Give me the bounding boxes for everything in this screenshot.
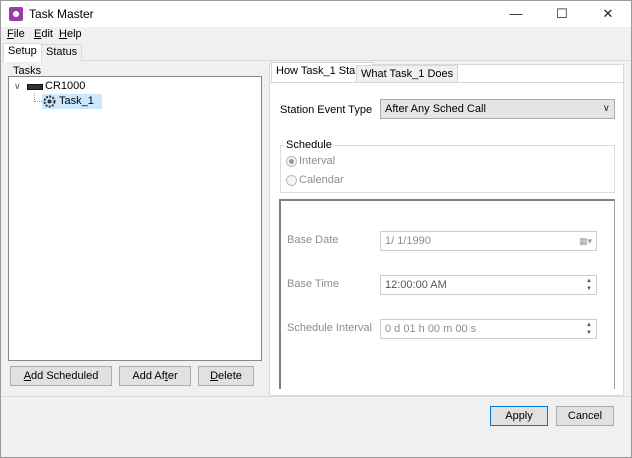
- menu-edit-label: dit: [41, 28, 53, 40]
- menu-file[interactable]: File: [7, 28, 25, 40]
- add-after-label-pre: Add Af: [132, 370, 165, 382]
- base-date-label: Base Date: [287, 234, 339, 246]
- calendar-label: Calendar: [299, 174, 344, 186]
- schedule-interval-label: Schedule Interval: [287, 322, 372, 334]
- menu-file-label: ile: [13, 28, 25, 40]
- main-tab-bar: Setup Status: [1, 43, 631, 62]
- add-after-button[interactable]: Add After: [119, 366, 191, 386]
- base-date-value: 1/ 1/1990: [385, 235, 431, 247]
- tab-status[interactable]: Status: [41, 44, 83, 61]
- detail-tab-divider: [269, 82, 624, 83]
- station-event-select[interactable]: After Any Sched Call ∨: [380, 99, 615, 119]
- calendar-radio[interactable]: [286, 175, 297, 186]
- tree-node-cr1000[interactable]: CR1000: [45, 80, 85, 92]
- tab-setup[interactable]: Setup: [3, 43, 42, 62]
- maximize-button[interactable]: ☐: [539, 1, 585, 27]
- base-time-value: 12:00:00 AM: [385, 279, 447, 291]
- base-date-field[interactable]: 1/ 1/1990 ▦▾: [380, 231, 597, 251]
- window-title: Task Master: [29, 7, 94, 21]
- schedule-interval-spinner-icon[interactable]: ▲ ▼: [584, 321, 594, 337]
- menu-help[interactable]: Help: [59, 28, 82, 40]
- schedule-legend: Schedule: [284, 139, 334, 151]
- base-time-label: Base Time: [287, 278, 339, 290]
- calendar-dropdown-icon[interactable]: ▦▾: [579, 232, 592, 250]
- add-scheduled-accel: A: [23, 370, 32, 382]
- add-scheduled-label: dd Scheduled: [31, 370, 99, 382]
- datalogger-icon: [27, 84, 43, 90]
- menu-edit[interactable]: Edit: [34, 28, 53, 40]
- station-event-value: After Any Sched Call: [385, 103, 486, 115]
- apply-button[interactable]: Apply: [490, 406, 548, 426]
- base-time-field[interactable]: 12:00:00 AM ▲ ▼: [380, 275, 597, 295]
- menu-help-accel: H: [59, 28, 67, 40]
- minimize-button[interactable]: —: [493, 1, 539, 27]
- schedule-interval-value: 0 d 01 h 00 m 00 s: [385, 323, 477, 335]
- delete-accel: D: [210, 370, 219, 382]
- menu-file-accel: F: [7, 28, 14, 40]
- tab-what-task-does[interactable]: What Task_1 Does: [356, 65, 459, 83]
- delete-label: elete: [218, 370, 242, 382]
- base-time-spinner-icon[interactable]: ▲ ▼: [584, 277, 594, 293]
- chevron-down-icon: ∨: [602, 103, 610, 114]
- title-bar: Task Master — ☐ ✕: [1, 1, 631, 27]
- station-event-label: Station Event Type: [280, 104, 373, 116]
- delete-button[interactable]: Delete: [198, 366, 254, 386]
- tree-node-task-1[interactable]: Task_1: [59, 95, 94, 107]
- cancel-button[interactable]: Cancel: [556, 406, 614, 426]
- schedule-interval-field[interactable]: 0 d 01 h 00 m 00 s ▲ ▼: [380, 319, 597, 339]
- task-master-window: Task Master — ☐ ✕ File Edit Help Setup S…: [0, 0, 632, 458]
- menu-help-label: elp: [66, 28, 82, 40]
- menu-bar: File Edit Help: [1, 27, 631, 43]
- close-button[interactable]: ✕: [585, 1, 631, 27]
- app-icon: [9, 7, 23, 21]
- task-gear-icon: [43, 95, 56, 108]
- collapse-chevron-icon[interactable]: ∨: [14, 81, 21, 92]
- interval-radio[interactable]: [286, 156, 297, 167]
- add-after-label-rest: er: [167, 370, 178, 382]
- interval-label: Interval: [299, 155, 336, 167]
- tree-line-horizontal: [34, 101, 42, 102]
- tasks-tree[interactable]: ∨ CR1000 Task_1: [8, 76, 262, 361]
- add-scheduled-button[interactable]: Add Scheduled: [10, 366, 112, 386]
